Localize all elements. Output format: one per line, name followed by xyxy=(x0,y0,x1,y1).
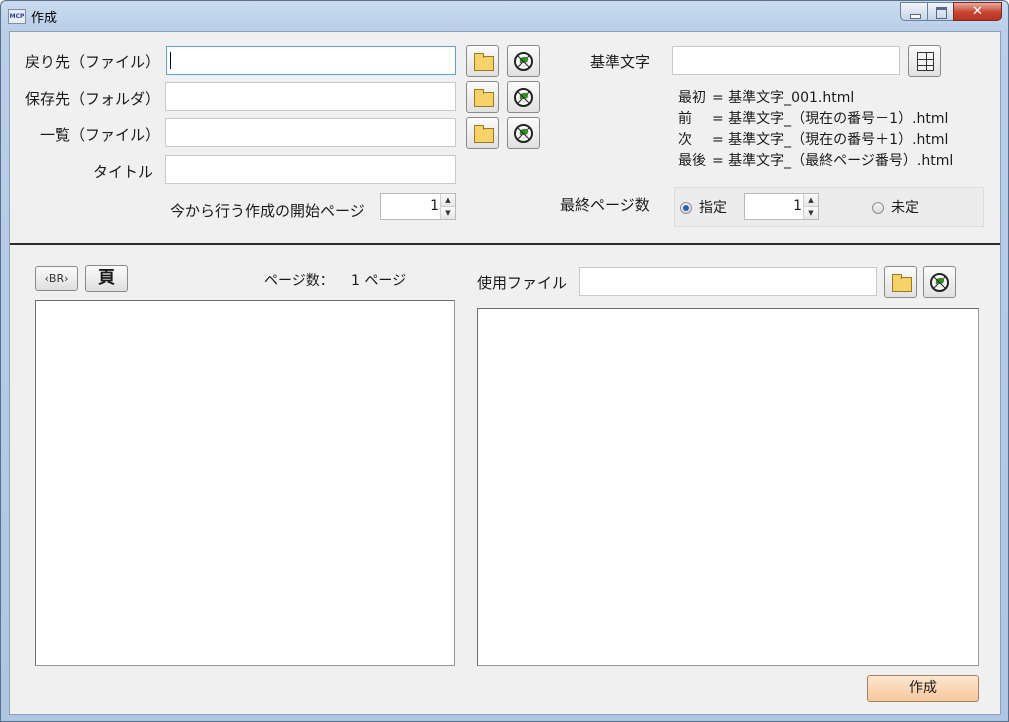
table-icon xyxy=(917,52,934,71)
base-text-table-button[interactable] xyxy=(908,45,941,77)
return-file-browser-button[interactable] xyxy=(507,45,540,77)
save-folder-input[interactable] xyxy=(165,82,456,111)
file-list[interactable] xyxy=(477,308,979,666)
start-page-spinner[interactable]: 1 ▲ ▼ xyxy=(380,193,456,220)
maximize-button[interactable] xyxy=(927,2,954,21)
use-file-input[interactable] xyxy=(579,267,877,296)
globe-icon xyxy=(514,88,533,107)
base-text-input[interactable] xyxy=(672,46,900,75)
title-label: タイトル xyxy=(93,163,154,181)
list-file-input[interactable] xyxy=(165,118,456,147)
use-file-label: 使用ファイル xyxy=(477,274,568,292)
window-title: 作成 xyxy=(31,11,58,26)
text-caret xyxy=(170,52,171,69)
page-count-value: 1 ページ xyxy=(351,273,407,289)
base-text-label: 基準文字 xyxy=(590,53,651,71)
return-file-label: 戻り先（ファイル） xyxy=(25,53,161,71)
info-prev: 前 = 基準文字_（現在の番号－1）.html xyxy=(678,111,949,127)
start-page-value: 1 xyxy=(430,198,439,214)
info-next: 次 = 基準文字_（現在の番号＋1）.html xyxy=(678,132,949,148)
use-file-browser-button[interactable] xyxy=(923,266,956,298)
specified-label: 指定 xyxy=(699,200,727,216)
specified-radio[interactable] xyxy=(680,202,692,214)
return-file-folder-button[interactable] xyxy=(466,45,499,77)
last-page-spinner[interactable]: 1 ▲ ▼ xyxy=(744,193,819,220)
window: MCP 作成 ✕ 戻り先（ファイル） 保存先（フォルダ） 一覧（ファイル） タイ… xyxy=(0,0,1009,722)
br-insert-button[interactable]: ‹BR› xyxy=(35,266,78,291)
close-button[interactable]: ✕ xyxy=(953,2,1002,21)
last-page-group: 指定 1 ▲ ▼ 未定 xyxy=(674,187,984,227)
title-bar: MCP 作成 ✕ xyxy=(1,1,1008,30)
globe-icon xyxy=(514,52,533,71)
globe-icon xyxy=(514,124,533,143)
save-folder-label: 保存先（フォルダ） xyxy=(25,90,161,108)
folder-icon xyxy=(474,89,494,107)
info-first: 最初 = 基準文字_001.html xyxy=(678,90,855,106)
folder-icon xyxy=(474,125,494,143)
undetermined-radio[interactable] xyxy=(872,202,884,214)
save-folder-folder-button[interactable] xyxy=(466,81,499,113)
folder-icon xyxy=(474,53,494,71)
app-icon: MCP xyxy=(8,9,26,24)
list-file-browser-button[interactable] xyxy=(507,117,540,149)
undetermined-label: 未定 xyxy=(891,200,919,216)
save-folder-browser-button[interactable] xyxy=(507,81,540,113)
info-last: 最後 = 基準文字_（最終ページ番号）.html xyxy=(678,153,954,169)
spin-up-button[interactable]: ▲ xyxy=(441,194,455,207)
return-file-input[interactable] xyxy=(166,46,456,75)
list-file-label: 一覧（ファイル） xyxy=(40,126,161,144)
divider xyxy=(10,243,1000,245)
page-insert-button[interactable]: 頁 xyxy=(85,265,128,292)
spin-down-button[interactable]: ▼ xyxy=(804,207,818,219)
last-page-label: 最終ページ数 xyxy=(560,196,650,214)
title-input[interactable] xyxy=(165,155,456,184)
create-button[interactable]: 作成 xyxy=(867,675,979,702)
page-count-label: ページ数： xyxy=(264,273,334,289)
use-file-folder-button[interactable] xyxy=(884,266,917,298)
start-page-label: 今から行う作成の開始ページ xyxy=(170,202,365,220)
dialog-body: 戻り先（ファイル） 保存先（フォルダ） 一覧（ファイル） タイトル 今から行う作… xyxy=(9,31,1001,715)
page-list[interactable] xyxy=(35,300,455,666)
spin-up-button[interactable]: ▲ xyxy=(804,194,818,207)
spin-down-button[interactable]: ▼ xyxy=(441,207,455,219)
folder-icon xyxy=(892,274,912,292)
last-page-value: 1 xyxy=(793,198,802,214)
minimize-button[interactable] xyxy=(900,2,928,21)
list-file-folder-button[interactable] xyxy=(466,117,499,149)
globe-icon xyxy=(930,273,949,292)
